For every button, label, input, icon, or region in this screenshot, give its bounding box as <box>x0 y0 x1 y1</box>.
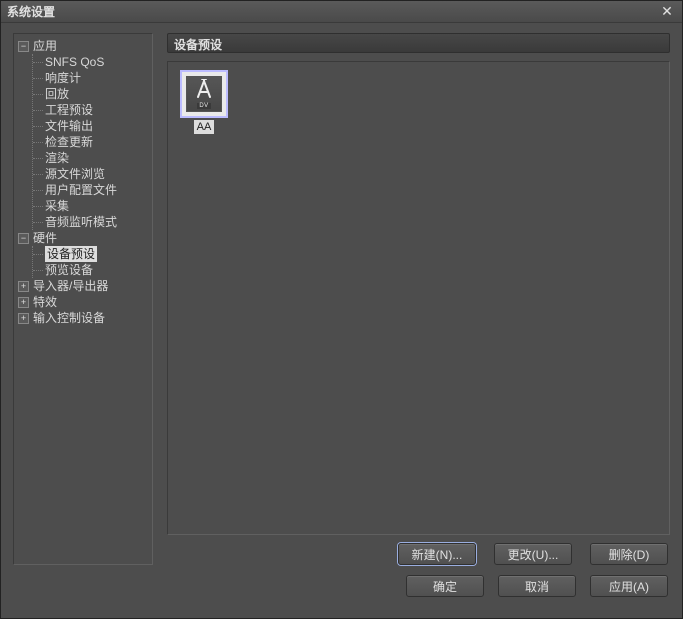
content-area: − 应用 SNFS QoS 响度计 回放 工程预设 文件输出 检查更新 渲染 源… <box>1 23 682 571</box>
tree-item-render[interactable]: 渲染 <box>39 150 150 166</box>
device-item[interactable]: DV AA <box>176 70 232 134</box>
new-button[interactable]: 新建(N)... <box>398 543 476 565</box>
panel-title: 设备预设 <box>167 33 670 53</box>
apply-button[interactable]: 应用(A) <box>590 575 668 597</box>
tree-item-file-output[interactable]: 文件输出 <box>39 118 150 134</box>
tree-item-project-preset[interactable]: 工程预设 <box>39 102 150 118</box>
collapse-icon[interactable]: − <box>18 233 29 244</box>
nav-tree: − 应用 SNFS QoS 响度计 回放 工程预设 文件输出 检查更新 渲染 源… <box>13 33 153 565</box>
tree-label: 硬件 <box>33 230 57 246</box>
tree-item-audio-monitor[interactable]: 音频监听模式 <box>39 214 150 230</box>
tree-item-snfs[interactable]: SNFS QoS <box>39 54 150 70</box>
tree-node-io[interactable]: + 导入器/导出器 <box>16 278 150 294</box>
dialog-button-row: 确定 取消 应用(A) <box>1 571 682 607</box>
tree-item-user-profile[interactable]: 用户配置文件 <box>39 182 150 198</box>
tree-item-preview-device[interactable]: 预览设备 <box>39 262 150 278</box>
tree-item-device-preset[interactable]: 设备预设 <box>39 246 150 262</box>
tree-item-playback[interactable]: 回放 <box>39 86 150 102</box>
a-glyph-icon <box>194 79 214 101</box>
expand-icon[interactable]: + <box>18 297 29 308</box>
tree-node-app[interactable]: − 应用 <box>16 38 150 54</box>
tree-item-check-update[interactable]: 检查更新 <box>39 134 150 150</box>
tree-label: 应用 <box>33 38 57 54</box>
tree-label: 输入控制设备 <box>33 310 105 326</box>
device-label: AA <box>194 120 215 134</box>
tree-node-input-ctrl[interactable]: + 输入控制设备 <box>16 310 150 326</box>
close-icon[interactable]: ✕ <box>658 4 676 20</box>
expand-icon[interactable]: + <box>18 313 29 324</box>
tree-item-source-browse[interactable]: 源文件浏览 <box>39 166 150 182</box>
cancel-button[interactable]: 取消 <box>498 575 576 597</box>
tree-node-fx[interactable]: + 特效 <box>16 294 150 310</box>
device-icon: DV <box>180 70 228 118</box>
window-title: 系统设置 <box>7 3 658 20</box>
panel-button-row: 新建(N)... 更改(U)... 删除(D) <box>167 543 670 565</box>
tree-item-capture[interactable]: 采集 <box>39 198 150 214</box>
ok-button[interactable]: 确定 <box>406 575 484 597</box>
device-list[interactable]: DV AA <box>167 61 670 535</box>
tree-label: 导入器/导出器 <box>33 278 108 294</box>
expand-icon[interactable]: + <box>18 281 29 292</box>
tree-label: 特效 <box>33 294 57 310</box>
delete-button[interactable]: 删除(D) <box>590 543 668 565</box>
tree-node-hardware[interactable]: − 硬件 <box>16 230 150 246</box>
change-button[interactable]: 更改(U)... <box>494 543 572 565</box>
collapse-icon[interactable]: − <box>18 41 29 52</box>
tree-item-meter[interactable]: 响度计 <box>39 70 150 86</box>
titlebar: 系统设置 ✕ <box>1 1 682 23</box>
main-panel: 设备预设 DV AA 新建(N)... 更改(U)... 删除(D) <box>167 33 670 565</box>
device-tag: DV <box>197 103 210 109</box>
